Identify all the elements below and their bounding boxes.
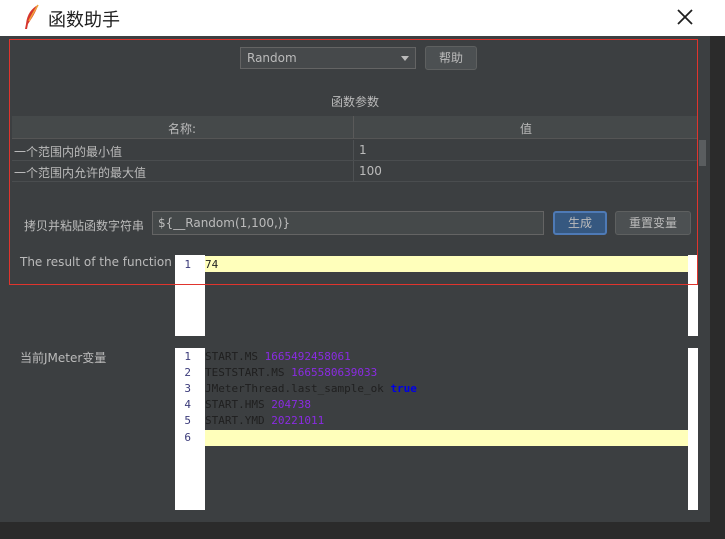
table-scrollbar[interactable] xyxy=(699,140,706,166)
help-button[interactable]: 帮助 xyxy=(425,46,477,70)
column-divider xyxy=(353,161,354,181)
param-value[interactable]: 100 xyxy=(359,164,382,178)
generate-button[interactable]: 生成 xyxy=(553,211,607,235)
line-number: 1 xyxy=(184,350,191,363)
close-icon[interactable] xyxy=(672,4,698,30)
line-number: 1 xyxy=(184,258,191,271)
reset-variables-button[interactable]: 重置变量 xyxy=(615,211,691,235)
var-key: START.YMD xyxy=(205,414,272,427)
var-key: START.MS xyxy=(205,350,265,363)
function-select-value: Random xyxy=(247,51,297,65)
function-select[interactable]: Random xyxy=(240,47,416,69)
line-number: 4 xyxy=(184,398,191,411)
var-value: true xyxy=(390,382,417,395)
param-name: 一个范围内的最小值 xyxy=(14,145,123,159)
function-string-input[interactable]: ${__Random(1,100,)} xyxy=(152,211,544,235)
table-row[interactable]: 一个范围内的最小值 1 xyxy=(12,140,698,161)
params-section-title: 函数参数 xyxy=(330,95,379,109)
var-line: START.YMD 20221011 xyxy=(205,414,324,427)
line-number: 2 xyxy=(184,366,191,379)
column-header-value[interactable]: 值 xyxy=(354,120,698,137)
var-value: 204738 xyxy=(271,398,311,411)
var-key: TESTSTART.MS xyxy=(205,366,292,379)
line-number: 5 xyxy=(184,414,191,427)
current-line-highlight xyxy=(205,256,688,272)
line-number: 3 xyxy=(184,382,191,395)
params-table-header: 名称: 值 xyxy=(12,116,698,139)
var-key: START.HMS xyxy=(205,398,272,411)
result-value: 74 xyxy=(205,258,219,271)
title-bar: 函数助手 xyxy=(0,0,725,36)
column-divider xyxy=(353,140,354,160)
param-name: 一个范围内允许的最大值 xyxy=(14,166,147,180)
result-editor[interactable]: 1 74 xyxy=(175,255,698,336)
jmeter-vars-label: 当前JMeter变量 xyxy=(20,351,107,365)
column-header-name[interactable]: 名称: xyxy=(12,120,352,137)
var-line: START.MS 1665492458061 xyxy=(205,350,351,363)
window-frame-bottom xyxy=(0,522,725,539)
window-frame-right xyxy=(710,36,725,539)
var-value: 1665580639033 xyxy=(291,366,378,379)
var-line: START.HMS 204738 xyxy=(205,398,311,411)
var-line: JMeterThread.last_sample_ok true xyxy=(205,382,417,395)
table-row[interactable]: 一个范围内允许的最大值 100 xyxy=(12,161,698,182)
current-line-highlight xyxy=(205,430,688,446)
var-value: 20221011 xyxy=(271,414,325,427)
line-number: 6 xyxy=(184,431,191,444)
var-key: JMeterThread.last_sample_ok xyxy=(205,382,391,395)
jmeter-vars-editor[interactable]: 1 START.MS 1665492458061 2 TESTSTART.MS … xyxy=(175,348,698,510)
result-label: The result of the function is xyxy=(20,255,186,269)
window-title: 函数助手 xyxy=(48,10,120,31)
copy-paste-label: 拷贝并粘贴函数字符串 xyxy=(24,219,145,233)
var-line: TESTSTART.MS 1665580639033 xyxy=(205,366,377,379)
var-value: 1665492458061 xyxy=(264,350,351,363)
chevron-down-icon xyxy=(401,56,409,61)
param-value[interactable]: 1 xyxy=(359,143,367,157)
feather-icon xyxy=(25,4,39,29)
